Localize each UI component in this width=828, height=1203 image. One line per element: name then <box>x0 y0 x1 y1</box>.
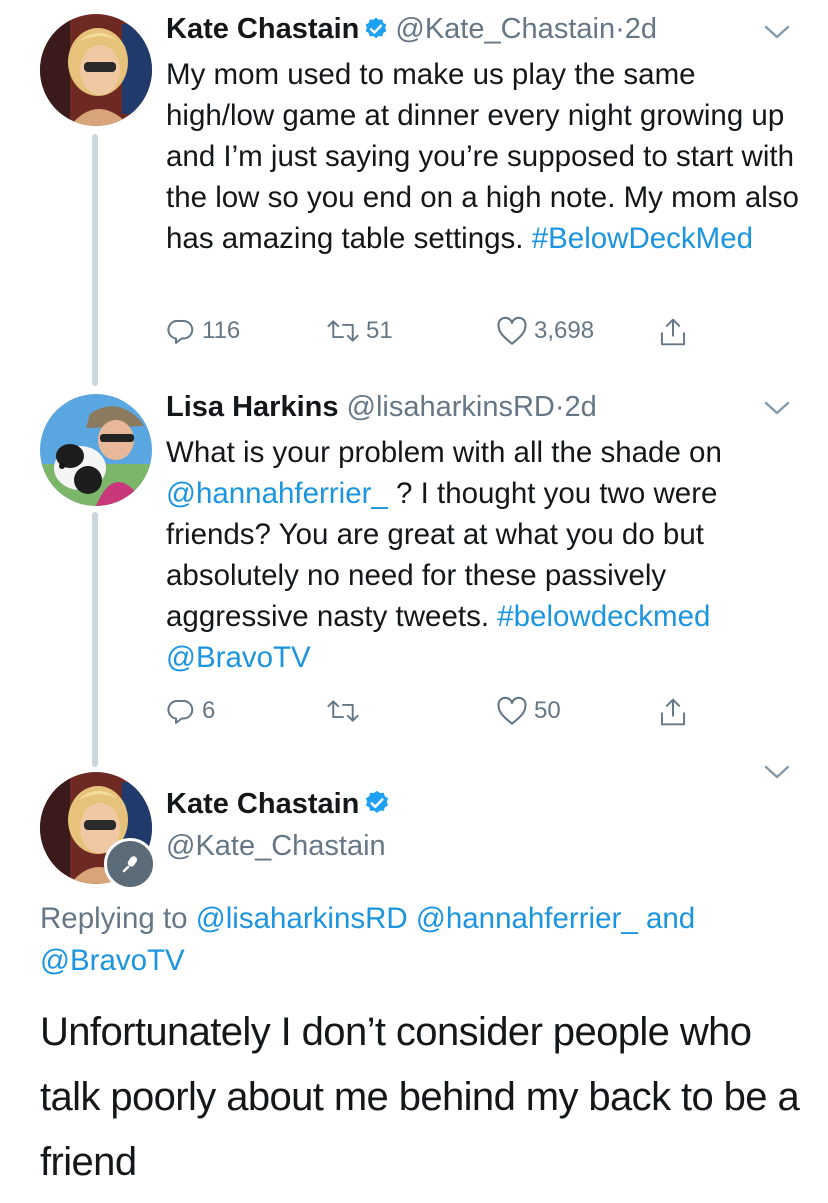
tweet1-text: My mom used to make us play the same hig… <box>166 54 806 259</box>
tweet2-like-count: 50 <box>534 697 561 724</box>
tweet2-reply-button[interactable]: 6 <box>166 696 215 726</box>
heart-icon <box>497 696 527 725</box>
retweet-icon <box>327 700 359 722</box>
reply-bubble-icon <box>167 319 194 344</box>
tweet2-dot: · <box>554 391 565 423</box>
tweet2-retweet-button[interactable] <box>326 696 366 726</box>
chevron-down-icon[interactable] <box>762 398 792 418</box>
tweet1-retweet-button[interactable]: 51 <box>326 316 393 346</box>
tweet1-author-name[interactable]: Kate Chastain <box>166 13 359 45</box>
chevron-down-icon[interactable] <box>762 22 792 42</box>
share-icon <box>660 318 686 346</box>
reply-mention-hannahferrier[interactable]: @hannahferrier_ <box>416 902 638 935</box>
avatar-lisa-harkins[interactable] <box>40 394 152 506</box>
tweet2-body-part1: What is your problem with all the shade … <box>166 436 722 469</box>
tweet1-share-button[interactable] <box>658 316 694 348</box>
tweet1-reply-count: 116 <box>202 317 241 344</box>
microphone-icon <box>104 838 156 890</box>
verified-badge-icon <box>363 16 389 50</box>
tweet2-like-button[interactable]: 50 <box>496 696 561 726</box>
tweet2-mention-hannahferrier[interactable]: @hannahferrier_ <box>166 477 388 510</box>
tweet2-actions: 6 50 <box>166 696 726 732</box>
tweet1-timestamp[interactable]: 2d <box>625 13 657 45</box>
reply-mention-bravotv[interactable]: @BravoTV <box>40 944 185 977</box>
tweet2-author-name[interactable]: Lisa Harkins <box>166 391 338 423</box>
tweet1-hashtag[interactable]: #BelowDeckMed <box>532 222 753 255</box>
main-tweet-author-handle[interactable]: @Kate_Chastain <box>166 828 386 864</box>
tweet2-timestamp[interactable]: 2d <box>565 391 597 423</box>
tweet2-share-button[interactable] <box>658 696 694 728</box>
tweet2-text: What is your problem with all the shade … <box>166 432 806 678</box>
tweet1-author-handle[interactable]: @Kate_Chastain <box>395 13 615 45</box>
thread-line-1 <box>92 134 98 386</box>
main-tweet-author-name[interactable]: Kate Chastain <box>166 788 359 820</box>
tweet1-reply-button[interactable]: 116 <box>166 316 240 346</box>
tweet2-header: Lisa Harkins @lisaharkinsRD·2d <box>166 390 597 424</box>
chevron-down-icon[interactable] <box>762 762 792 782</box>
reply-mention-lisaharkinsrd[interactable]: @lisaharkinsRD <box>196 902 408 935</box>
tweet1-header: Kate Chastain @Kate_Chastain·2d <box>166 12 657 50</box>
tweet1-retweet-count: 51 <box>366 317 393 344</box>
tweet1-actions: 116 51 3,698 <box>166 316 726 352</box>
thread-line-2 <box>92 512 98 767</box>
reply-and-others[interactable]: and <box>646 902 695 935</box>
tweet2-author-handle[interactable]: @lisaharkinsRD <box>347 391 555 423</box>
tweet1-like-count: 3,698 <box>534 317 595 344</box>
tweet1-like-button[interactable]: 3,698 <box>496 316 594 346</box>
share-icon <box>660 698 686 726</box>
avatar-kate-chastain[interactable] <box>40 14 152 126</box>
tweet2-mention-bravotv[interactable]: @BravoTV <box>166 641 311 674</box>
tweet2-reply-count: 6 <box>202 697 216 724</box>
main-tweet-header: Kate Chastain <box>166 786 397 826</box>
heart-icon <box>497 316 527 345</box>
verified-badge-icon <box>363 789 391 826</box>
retweet-icon <box>327 320 359 342</box>
replying-to-label: Replying to <box>40 902 188 935</box>
reply-bubble-icon <box>167 699 194 724</box>
tweet2-hashtag[interactable]: #belowdeckmed <box>497 600 710 633</box>
tweet1-dot: · <box>615 13 625 45</box>
main-tweet-text: Unfortunately I don’t consider people wh… <box>40 1010 800 1184</box>
replying-to: Replying to @lisaharkinsRD @hannahferrie… <box>40 898 800 982</box>
